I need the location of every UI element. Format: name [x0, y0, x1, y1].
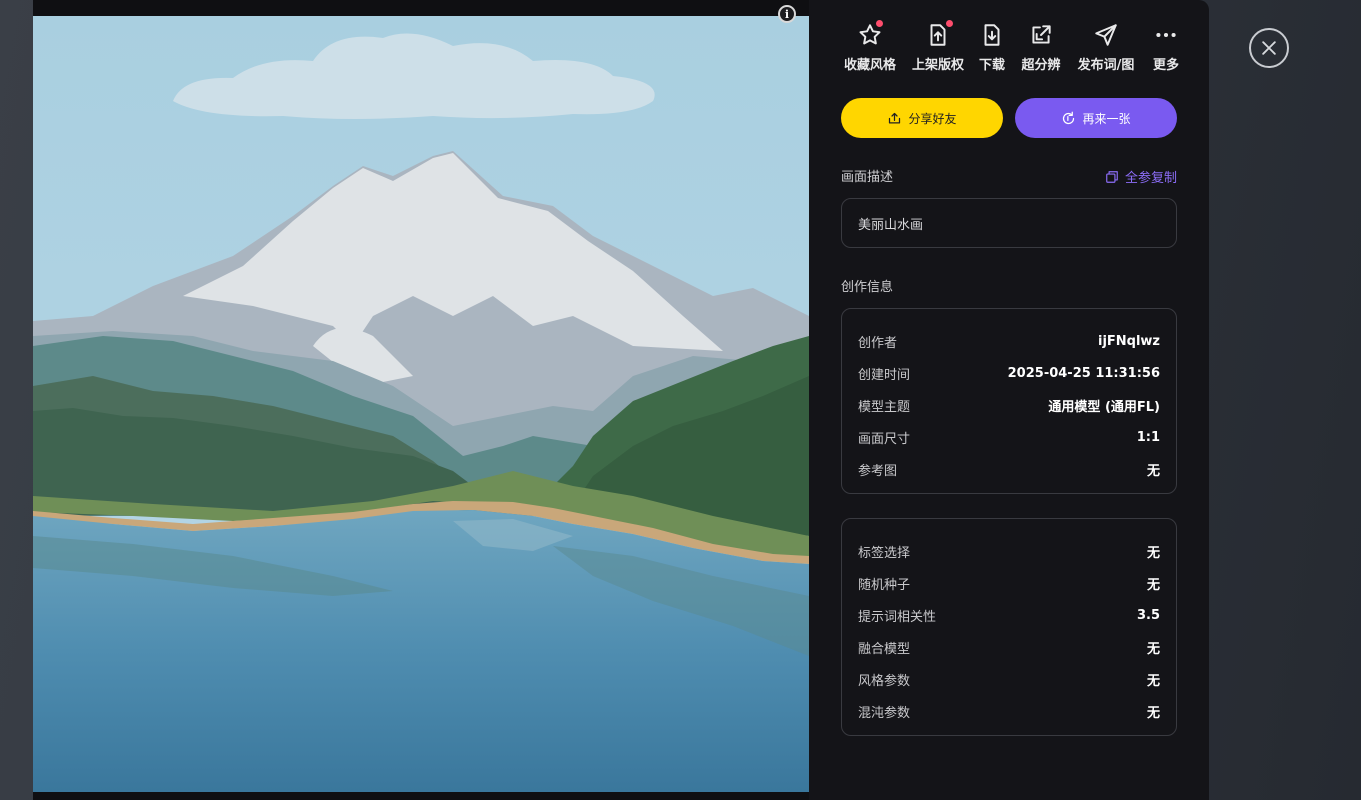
generate-again-button[interactable]: 再来一张 — [1015, 98, 1177, 138]
toolbar-item-list-copyright[interactable]: 上架版权 — [909, 20, 967, 73]
refresh-icon — [1063, 111, 1075, 124]
share-friends-button[interactable]: 分享好友 — [841, 98, 1003, 138]
info-row-creator: 创作者 ijFNqlwz — [858, 331, 1160, 351]
toolbar-item-label: 超分辨 — [1021, 58, 1061, 73]
info-key: 模型主题 — [858, 399, 911, 415]
param-key: 随机种子 — [858, 577, 911, 593]
toolbar-item-more[interactable]: 更多 — [1146, 22, 1186, 73]
toolbar-item-label: 上架版权 — [911, 58, 964, 73]
send-icon — [1095, 24, 1117, 46]
toolbar-item-publish[interactable]: 发布词/图 — [1074, 22, 1138, 73]
generated-artwork[interactable] — [33, 16, 809, 792]
toolbar-item-super-resolution[interactable]: 超分辨 — [1017, 22, 1065, 73]
info-row-created-time: 创建时间 2025-04-25 11:31:56 — [858, 363, 1160, 383]
param-value: 无 — [1146, 705, 1160, 721]
toolbar-item-favorite-style[interactable]: 收藏风格 — [841, 20, 899, 73]
info-value: 通用模型 (通用FL) — [1048, 399, 1160, 415]
info-key: 创作者 — [858, 335, 898, 351]
param-key: 风格参数 — [858, 673, 911, 689]
more-icon — [1156, 32, 1176, 38]
toolbar-item-label: 更多 — [1152, 58, 1179, 73]
param-value: 无 — [1146, 545, 1160, 561]
detail-sidebar: 收藏风格 上架版权 下载 超分辨 发布词/图 更多 分享好友 再来一张 画面描述… — [841, 0, 1209, 800]
creation-info-box: 创作者 ijFNqlwz 创建时间 2025-04-25 11:31:56 模型… — [841, 308, 1177, 494]
param-value: 无 — [1146, 577, 1160, 593]
param-value: 无 — [1146, 641, 1160, 657]
notification-dot — [946, 20, 953, 27]
param-row-tags: 标签选择 无 — [858, 541, 1160, 561]
toolbar-item-download[interactable]: 下载 — [974, 22, 1010, 73]
copy-icon — [1106, 170, 1118, 183]
param-value: 无 — [1146, 673, 1160, 689]
param-row-chaos-params: 混沌参数 无 — [858, 701, 1160, 721]
parameters-box: 标签选择 无 随机种子 无 提示词相关性 3.5 融合模型 无 风格参数 无 混… — [841, 518, 1177, 736]
toolbar-item-label: 下载 — [978, 58, 1005, 73]
param-row-seed: 随机种子 无 — [858, 573, 1160, 593]
info-key: 参考图 — [858, 463, 898, 479]
param-key: 融合模型 — [858, 641, 911, 657]
param-row-prompt-relevance: 提示词相关性 3.5 — [858, 605, 1160, 625]
close-button[interactable] — [1249, 28, 1289, 68]
action-toolbar: 收藏风格 上架版权 下载 超分辨 发布词/图 更多 — [841, 20, 1209, 73]
image-detail-modal: i 收藏风格 上架版权 下载 超分辨 发布词/图 更多 分享好友 再来一张 画面… — [33, 0, 1209, 800]
param-row-style-params: 风格参数 无 — [858, 669, 1160, 689]
info-key: 创建时间 — [858, 367, 911, 383]
info-value: 1:1 — [1136, 429, 1160, 445]
toolbar-item-label: 收藏风格 — [843, 58, 896, 73]
info-icon[interactable]: i — [778, 5, 796, 23]
description-title: 画面描述 — [841, 170, 894, 185]
info-key: 画面尺寸 — [858, 431, 911, 447]
download-file-icon — [984, 24, 1000, 46]
info-row-canvas-size: 画面尺寸 1:1 — [858, 427, 1160, 447]
info-value: 无 — [1146, 463, 1160, 479]
param-key: 混沌参数 — [858, 705, 911, 721]
param-value: 3.5 — [1136, 607, 1160, 623]
description-box: 美丽山水画 — [841, 198, 1177, 248]
param-key: 标签选择 — [858, 545, 911, 561]
close-icon — [1262, 41, 1276, 55]
toolbar-item-label: 发布词/图 — [1077, 58, 1135, 73]
copy-all-label: 全参复制 — [1124, 171, 1177, 186]
info-row-reference-image: 参考图 无 — [858, 459, 1160, 479]
share-button-label: 分享好友 — [908, 111, 957, 126]
upscale-icon — [1032, 25, 1051, 44]
creation-info-title: 创作信息 — [841, 280, 894, 295]
info-value: 2025-04-25 11:31:56 — [1007, 365, 1160, 381]
description-text: 美丽山水画 — [858, 218, 924, 233]
info-value: ijFNqlwz — [1097, 333, 1160, 349]
copy-all-params-link[interactable]: 全参复制 — [1105, 167, 1177, 186]
notification-dot — [876, 20, 883, 27]
again-button-label: 再来一张 — [1082, 111, 1131, 126]
image-pane: i — [33, 0, 809, 800]
param-key: 提示词相关性 — [858, 609, 937, 625]
param-row-fusion-model: 融合模型 无 — [858, 637, 1160, 657]
share-icon — [889, 112, 901, 123]
info-row-model-theme: 模型主题 通用模型 (通用FL) — [858, 395, 1160, 415]
